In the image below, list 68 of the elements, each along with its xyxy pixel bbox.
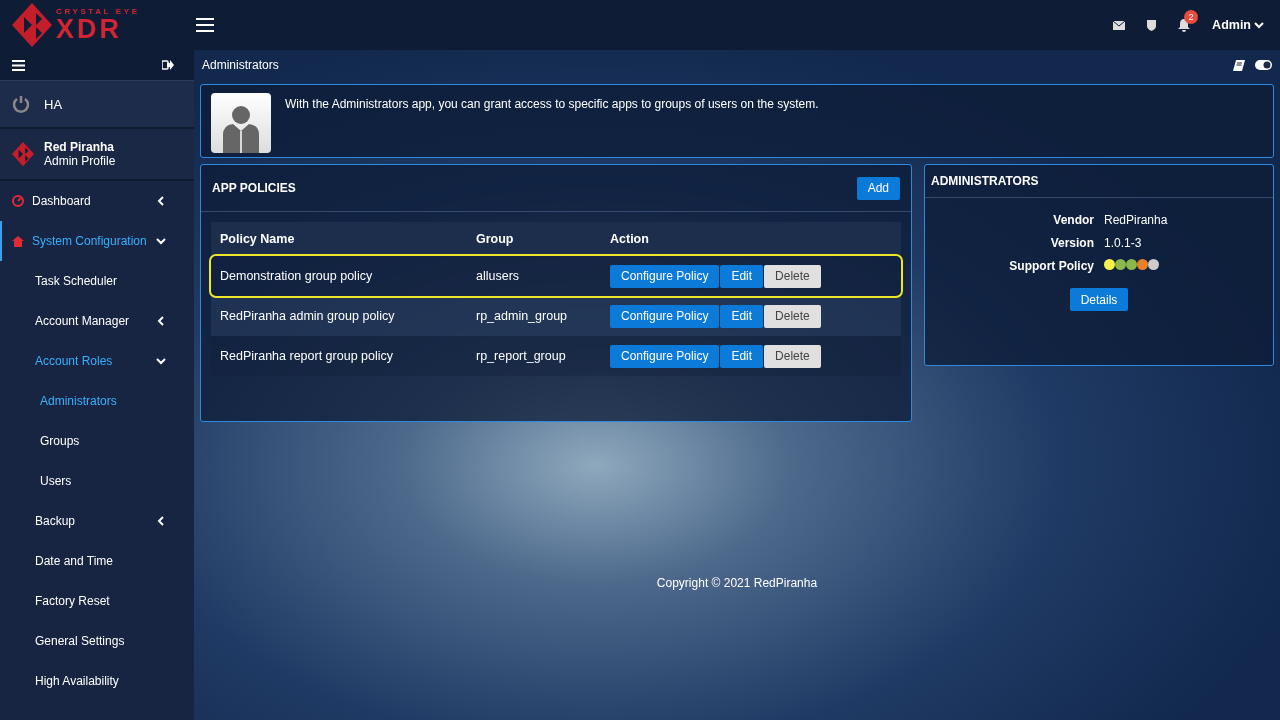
delete-button[interactable]: Delete bbox=[764, 344, 821, 368]
nav-item[interactable]: Account Manager bbox=[0, 301, 194, 341]
field-label: Version bbox=[1049, 236, 1094, 250]
copyright-text: Copyright © 2021 RedPiranha bbox=[655, 576, 819, 590]
house-icon bbox=[12, 235, 24, 247]
shield-icon[interactable] bbox=[1147, 19, 1157, 31]
chevron-down-icon bbox=[156, 356, 166, 366]
chevron-down-icon bbox=[1254, 20, 1264, 30]
edit-button[interactable]: Edit bbox=[720, 344, 764, 368]
field-label: Support Policy bbox=[1008, 259, 1094, 273]
gauge-icon bbox=[12, 195, 24, 207]
delete-button[interactable]: Delete bbox=[764, 304, 821, 328]
ha-label: HA bbox=[44, 96, 63, 112]
chevron-left-icon bbox=[156, 316, 166, 326]
book-icon[interactable] bbox=[1233, 59, 1245, 71]
profile-role: Admin Profile bbox=[44, 154, 116, 168]
table-cell-text: allusers bbox=[476, 269, 521, 283]
nav-item[interactable]: Backup bbox=[0, 501, 194, 541]
field-value: 1.0.1-3 bbox=[1104, 236, 1143, 250]
logo-mark-icon bbox=[12, 141, 34, 167]
column-header: Group bbox=[476, 232, 515, 246]
nav-item[interactable]: Users bbox=[0, 461, 194, 501]
envelope-icon[interactable] bbox=[1113, 20, 1126, 30]
table-cell-text: rp_report_group bbox=[476, 349, 567, 363]
add-button[interactable]: Add bbox=[856, 176, 900, 200]
user-menu[interactable]: Admin bbox=[1212, 18, 1264, 32]
nav-item[interactable]: High Availability bbox=[0, 661, 194, 701]
delete-button[interactable]: Delete bbox=[764, 264, 821, 288]
nav-item[interactable]: Factory Reset bbox=[0, 581, 194, 621]
nav-item[interactable]: Account Roles bbox=[0, 341, 194, 381]
logo-tagline: CRYSTAL EYE bbox=[56, 7, 140, 16]
nav-item[interactable]: Task Scheduler bbox=[0, 261, 194, 301]
details-button[interactable]: Details bbox=[1069, 288, 1129, 311]
menu-icon[interactable] bbox=[12, 59, 25, 71]
logo-wordmark: XDR bbox=[56, 15, 122, 43]
avatar-icon bbox=[211, 93, 271, 153]
table-cell-text: RedPiranha report group policy bbox=[220, 349, 395, 363]
chevron-left-icon bbox=[156, 196, 166, 206]
intro-text: With the Administrators app, you can grant access to specific apps to groups of users on the system. bbox=[285, 97, 819, 113]
logo-mark-icon bbox=[12, 3, 52, 47]
chevron-left-icon bbox=[156, 516, 166, 526]
configure-policy-button[interactable]: Configure Policy bbox=[610, 264, 720, 288]
panel-title: APP POLICIES bbox=[212, 181, 296, 195]
power-icon[interactable] bbox=[12, 95, 30, 113]
configure-policy-button[interactable]: Configure Policy bbox=[610, 344, 720, 368]
column-header: Action bbox=[610, 232, 650, 246]
menu-icon[interactable] bbox=[196, 18, 214, 32]
nav-item[interactable]: Dashboard bbox=[0, 181, 194, 221]
nav-item[interactable]: Administrators bbox=[0, 381, 194, 421]
nav-item[interactable]: Date and Time bbox=[0, 541, 194, 581]
logout-icon[interactable] bbox=[162, 60, 174, 70]
panel-title: ADMINISTRATORS bbox=[931, 174, 1039, 188]
table-cell-text: rp_admin_group bbox=[476, 309, 569, 323]
page-title: Administrators bbox=[202, 58, 279, 72]
edit-button[interactable]: Edit bbox=[720, 264, 764, 288]
table-cell-text: Demonstration group policy bbox=[220, 269, 374, 283]
field-value: RedPiranha bbox=[1104, 213, 1169, 227]
notification-badge: 2 bbox=[1184, 9, 1199, 24]
table-cell-text: RedPiranha admin group policy bbox=[220, 309, 396, 323]
field-label: Vendor bbox=[1052, 213, 1094, 227]
profile-name: Red Piranha bbox=[44, 140, 116, 154]
chevron-down-icon bbox=[156, 236, 166, 246]
nav-item[interactable]: General Settings bbox=[0, 621, 194, 661]
nav-item[interactable]: Groups bbox=[0, 421, 194, 461]
column-header: Policy Name bbox=[220, 232, 296, 246]
configure-policy-button[interactable]: Configure Policy bbox=[610, 304, 720, 328]
edit-button[interactable]: Edit bbox=[720, 304, 764, 328]
toggle-icon[interactable] bbox=[1255, 60, 1272, 70]
